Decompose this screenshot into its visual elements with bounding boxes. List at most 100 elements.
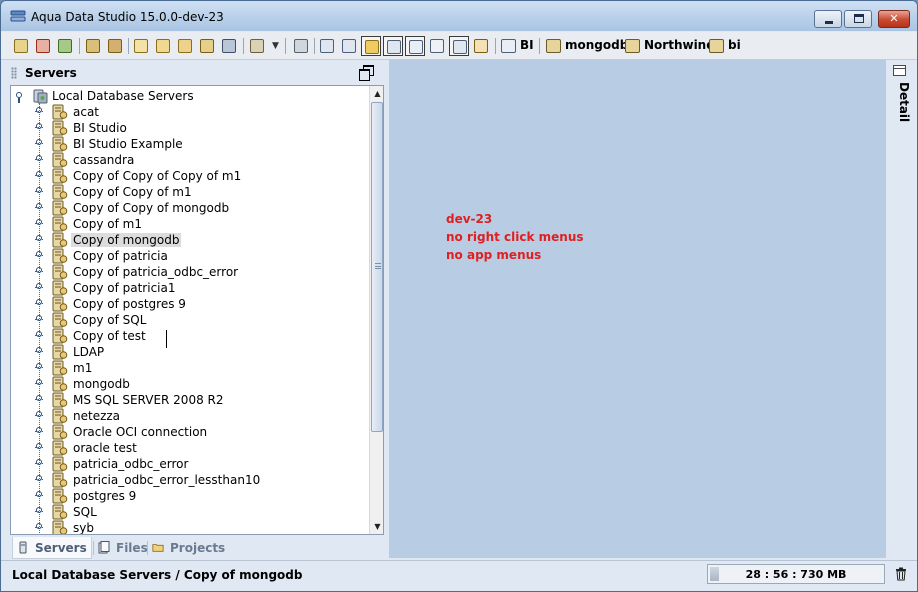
- memory-indicator[interactable]: 28 : 56 : 730 MB: [707, 564, 885, 584]
- expand-toggle-icon[interactable]: [36, 411, 42, 417]
- table-view-button[interactable]: [383, 36, 403, 56]
- server-tree-item-label: Copy of Copy of Copy of m1: [73, 169, 242, 183]
- panel-tabs: Servers Files Projects: [10, 537, 384, 559]
- expand-toggle-icon[interactable]: [36, 171, 42, 177]
- grid-view-button[interactable]: [317, 36, 337, 56]
- procedure-editor-icon: [200, 39, 214, 53]
- trash-icon[interactable]: [895, 567, 907, 581]
- scrollbar-thumb[interactable]: [371, 102, 383, 432]
- server-tree-item-label: netezza: [73, 409, 121, 423]
- expand-toggle-icon[interactable]: [36, 523, 42, 529]
- server-icon: [52, 424, 68, 440]
- expand-toggle-icon[interactable]: [36, 475, 42, 481]
- expand-toggle-icon[interactable]: [36, 443, 42, 449]
- expand-toggle-icon[interactable]: [36, 283, 42, 289]
- expand-toggle-icon[interactable]: [36, 427, 42, 433]
- expand-toggle-icon[interactable]: [36, 251, 42, 257]
- split-view-icon: [342, 39, 356, 53]
- server-tree-item-label: acat: [73, 105, 100, 119]
- window-title: Aqua Data Studio 15.0.0-dev-23: [31, 10, 224, 24]
- expand-toggle-icon[interactable]: [36, 139, 42, 145]
- maximize-icon: [854, 14, 864, 23]
- app-logo-icon: [10, 10, 26, 22]
- scroll-up-arrow-icon[interactable]: ▲: [370, 86, 383, 101]
- copy-server-button[interactable]: [55, 36, 75, 56]
- expand-toggle-icon[interactable]: [36, 155, 42, 161]
- status-bar: Local Database Servers / Copy of mongodb…: [1, 560, 917, 591]
- northwind-button-label: Northwind: [644, 38, 715, 52]
- tools-button[interactable]: [247, 36, 267, 56]
- server-tree-item-label: Copy of Copy of m1: [73, 185, 192, 199]
- expand-toggle-icon[interactable]: [36, 395, 42, 401]
- minimize-button[interactable]: [814, 10, 842, 28]
- results-view-button[interactable]: [405, 36, 425, 56]
- note-line: dev-23: [446, 212, 493, 226]
- compare-button[interactable]: [219, 36, 239, 56]
- expand-toggle-icon[interactable]: [36, 123, 42, 129]
- text-view-icon: [430, 39, 444, 53]
- expand-toggle-icon[interactable]: [36, 187, 42, 193]
- server-icon: [52, 440, 68, 456]
- tab-projects[interactable]: Projects: [148, 537, 228, 559]
- bi-button[interactable]: BI: [501, 37, 537, 55]
- scroll-down-arrow-icon[interactable]: ▼: [370, 519, 383, 534]
- expand-toggle-icon[interactable]: [36, 507, 42, 513]
- expand-toggle-icon[interactable]: [36, 347, 42, 353]
- expand-toggle-icon[interactable]: [36, 331, 42, 337]
- expand-toggle-icon[interactable]: [36, 267, 42, 273]
- tools-dropdown-arrow-icon[interactable]: ▼: [272, 41, 279, 51]
- server-icon: [52, 264, 68, 280]
- query-analyzer-button[interactable]: [153, 36, 173, 56]
- maximize-button[interactable]: [844, 10, 872, 28]
- bi-connection-button[interactable]: bi: [709, 37, 743, 55]
- new-server-button[interactable]: [11, 36, 31, 56]
- vertical-scrollbar[interactable]: ▲ ▼: [369, 86, 383, 534]
- database-servers-icon: [33, 89, 48, 104]
- server-icon: [52, 520, 68, 534]
- northwind-connection-button[interactable]: Northwind: [625, 37, 715, 55]
- detail-panel-strip[interactable]: Detail: [887, 60, 917, 558]
- connect-button[interactable]: [83, 36, 103, 56]
- table-data-editor-button[interactable]: [175, 36, 195, 56]
- server-icon: [52, 184, 68, 200]
- collapse-toggle-stem: [18, 98, 20, 103]
- server-icon: [52, 136, 68, 152]
- expand-toggle-icon[interactable]: [36, 491, 42, 497]
- tab-servers[interactable]: Servers: [12, 537, 92, 559]
- database-view-button[interactable]: [361, 36, 381, 56]
- chart-view-button[interactable]: [471, 36, 491, 56]
- expand-toggle-icon[interactable]: [36, 459, 42, 465]
- query-window-button[interactable]: [131, 36, 151, 56]
- tab-files[interactable]: Files: [94, 537, 148, 559]
- expand-toggle-icon[interactable]: [36, 107, 42, 113]
- expand-toggle-icon[interactable]: [36, 379, 42, 385]
- server-icon: [52, 472, 68, 488]
- server-tree-item-label: Copy of patricia: [73, 249, 168, 263]
- restore-panel-icon[interactable]: [359, 65, 374, 81]
- server-tree[interactable]: Local Database Servers acat BI Studio BI S…: [10, 85, 384, 535]
- server-icon: [52, 200, 68, 216]
- expand-toggle-icon[interactable]: [36, 363, 42, 369]
- expand-toggle-icon[interactable]: [36, 235, 42, 241]
- detail-label: Detail: [897, 82, 911, 123]
- bi-button-label: BI: [520, 38, 534, 52]
- disconnect-button[interactable]: [105, 36, 125, 56]
- new-server-icon: [14, 39, 28, 53]
- panel-grip-icon[interactable]: [11, 67, 17, 79]
- delete-server-button[interactable]: [33, 36, 53, 56]
- procedure-editor-button[interactable]: [197, 36, 217, 56]
- expand-toggle-icon[interactable]: [36, 299, 42, 305]
- close-button[interactable]: ✕: [878, 10, 910, 28]
- text-view-button[interactable]: [427, 36, 447, 56]
- minimize-icon: [825, 21, 833, 24]
- expand-toggle-icon[interactable]: [36, 203, 42, 209]
- mongodb-connection-button[interactable]: mongodb: [546, 37, 628, 55]
- server-icon: [52, 488, 68, 504]
- text-cursor: [166, 330, 167, 348]
- expand-toggle-icon[interactable]: [36, 315, 42, 321]
- servers-tab-icon: [19, 541, 27, 554]
- split-view-button[interactable]: [339, 36, 359, 56]
- expand-toggle-icon[interactable]: [36, 219, 42, 225]
- tile-view-button[interactable]: [449, 36, 469, 56]
- script-button[interactable]: [291, 36, 311, 56]
